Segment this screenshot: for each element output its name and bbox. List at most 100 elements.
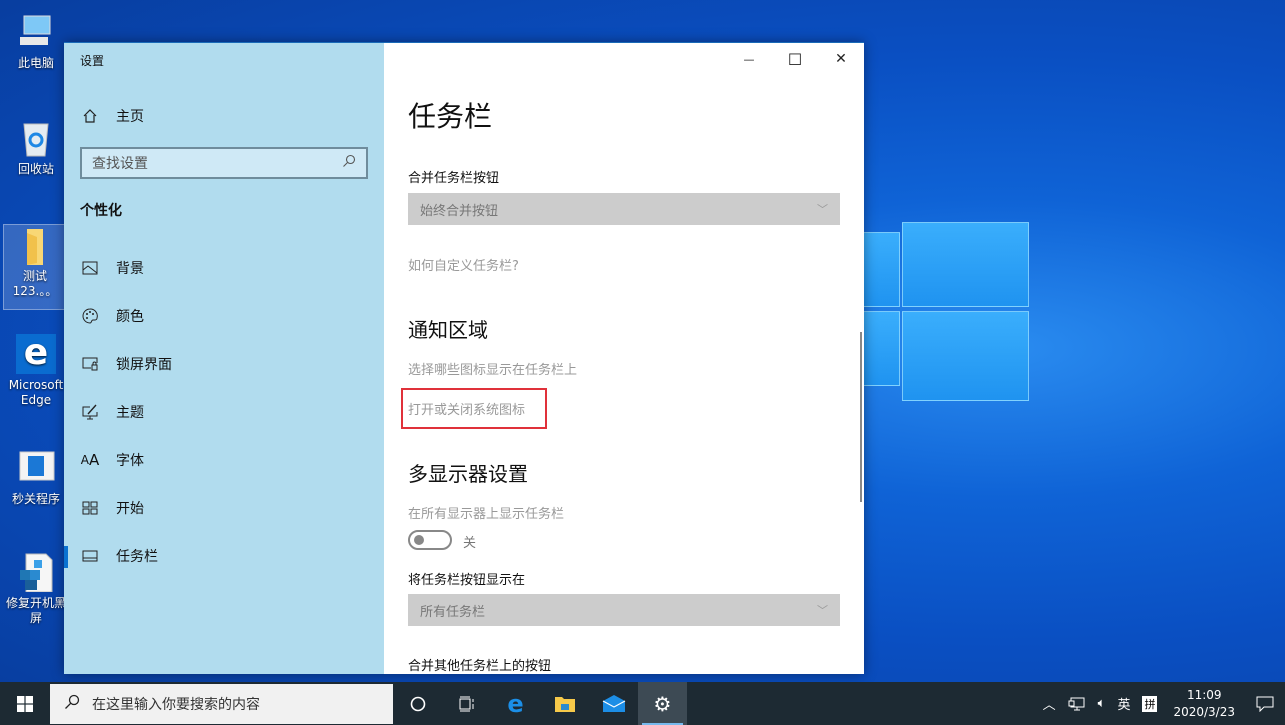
edge-icon: e [16, 334, 56, 374]
ime-language-button[interactable]: 英 [1111, 694, 1136, 713]
sidebar-item-themes[interactable]: 主题 [64, 392, 384, 432]
desktop-icon-recycle-bin[interactable]: 回收站 [4, 118, 68, 177]
desktop-icon-this-pc[interactable]: 此电脑 [4, 12, 68, 71]
theme-icon [80, 404, 100, 420]
sidebar-item-start[interactable]: 开始 [64, 488, 384, 528]
wallpaper-logo [860, 0, 1285, 680]
search-placeholder: 查找设置 [92, 156, 148, 172]
action-center-button[interactable] [1245, 696, 1285, 712]
dropdown-value: 所有任务栏 [420, 604, 486, 620]
notification-area-heading: 通知区域 [408, 318, 488, 342]
desktop-icon-label: 秒关程序 [11, 492, 60, 506]
volume-button[interactable]: 🔈︎ [1092, 696, 1112, 711]
taskbar-mail[interactable] [589, 682, 638, 725]
combine-buttons-dropdown[interactable]: 始终合并按钮 ﹀ [408, 193, 840, 225]
clock-time: 11:09 [1186, 687, 1222, 702]
picture-icon [80, 261, 100, 275]
folder-icon [554, 696, 575, 712]
system-icons-link[interactable]: 打开或关闭系统图标 [408, 399, 525, 418]
show-on-all-displays-toggle[interactable] [408, 530, 452, 550]
desktop-icon-program[interactable]: 秒关程序 [4, 448, 68, 507]
show-on-all-displays-label: 在所有显示器上显示任务栏 [408, 507, 565, 522]
minimize-button[interactable]: — [726, 43, 772, 75]
font-icon: AA [80, 451, 100, 469]
page-title: 任务栏 [408, 100, 493, 133]
registry-icon [16, 552, 56, 593]
sidebar-item-label: 任务栏 [116, 549, 158, 565]
scrollbar[interactable] [860, 332, 862, 502]
close-button[interactable]: ✕ [818, 43, 864, 75]
sidebar-item-label: 字体 [116, 453, 144, 469]
lock-screen-icon [80, 357, 100, 371]
sidebar-item-label: 主题 [116, 405, 144, 421]
task-view-icon [459, 696, 473, 711]
desktop-icon-label: 修复开机黑屏 [5, 596, 66, 625]
sidebar-item-lock-screen[interactable]: 锁屏界面 [64, 344, 384, 384]
dropdown-value: 始终合并按钮 [420, 203, 499, 219]
edge-icon: e [507, 689, 524, 718]
customize-help-link[interactable]: 如何自定义任务栏? [408, 255, 519, 274]
notification-icon [1256, 696, 1274, 712]
folder-icon [15, 225, 55, 265]
sidebar: 设置 主页 查找设置 个性化 背景 颜色 锁屏界面 主题 A A 字体 开始 任… [64, 43, 384, 674]
toggle-state-label: 关 [463, 536, 477, 551]
network-icon [1068, 697, 1085, 710]
maximize-button[interactable]: ☐ [772, 43, 818, 75]
settings-window: 设置 主页 查找设置 个性化 背景 颜色 锁屏界面 主题 A A 字体 开始 任… [64, 42, 864, 674]
chevron-down-icon: ﹀ [817, 203, 828, 216]
clock[interactable]: 11:09 2020/3/23 [1163, 687, 1245, 721]
program-shortcut-icon [16, 448, 56, 488]
search-icon [64, 694, 80, 714]
sidebar-item-fonts[interactable]: AA 字体 [64, 440, 384, 480]
combine-other-label: 合并其他任务栏上的按钮 [408, 659, 552, 674]
show-buttons-on-dropdown[interactable]: 所有任务栏 ﹀ [408, 594, 840, 626]
desktop-icon-folder[interactable]: 测试123.。。 [3, 224, 67, 310]
taskbar-cortana[interactable] [393, 682, 442, 725]
taskbar-edge[interactable]: e [491, 682, 540, 725]
combine-buttons-label: 合并任务栏按钮 [408, 171, 500, 186]
start-button[interactable] [0, 682, 50, 725]
taskbar-task-view[interactable] [442, 682, 491, 725]
desktop-icon-label: 此电脑 [17, 56, 54, 70]
sidebar-item-colors[interactable]: 颜色 [64, 296, 384, 336]
palette-icon [80, 308, 100, 324]
section-title: 个性化 [80, 203, 122, 219]
close-icon: ✕ [835, 51, 847, 67]
home-icon [80, 108, 100, 124]
computer-icon [16, 12, 56, 52]
app-title: 设置 [80, 54, 105, 68]
volume-icon: 🔈︎ [1097, 696, 1106, 711]
toggle-knob [414, 535, 424, 545]
ime-language: 英 [1117, 698, 1131, 713]
maximize-icon: ☐ [787, 49, 803, 69]
clock-date: 2020/3/23 [1173, 704, 1235, 719]
desktop-icon-edge[interactable]: e Microsoft Edge [4, 334, 68, 408]
search-input[interactable]: 查找设置 [80, 147, 368, 179]
desktop-icon-repair[interactable]: 修复开机黑屏 [4, 552, 68, 626]
select-tray-icons-link[interactable]: 选择哪些图标显示在任务栏上 [408, 359, 577, 378]
cortana-icon [410, 696, 425, 711]
sidebar-item-taskbar[interactable]: 任务栏 [64, 536, 384, 576]
desktop-icon-label: 测试123.。。 [12, 269, 58, 298]
show-hidden-icons-button[interactable]: ︿ [1037, 694, 1062, 713]
sidebar-item-label: 主页 [116, 109, 144, 125]
taskbar-file-explorer[interactable] [540, 682, 589, 725]
search-icon[interactable] [342, 154, 356, 172]
recycle-bin-icon [16, 118, 56, 158]
minimize-icon: — [743, 52, 755, 66]
chevron-down-icon: ﹀ [817, 604, 828, 617]
taskbar-settings[interactable]: ⚙ [638, 682, 687, 725]
sidebar-item-label: 锁屏界面 [116, 357, 172, 373]
mail-icon [602, 694, 625, 712]
ime-mode-button[interactable]: 拼 [1136, 695, 1163, 712]
network-button[interactable] [1062, 697, 1092, 711]
start-icon [80, 501, 100, 515]
sidebar-item-home[interactable]: 主页 [64, 96, 384, 136]
taskbar: 在这里输入你要搜索的内容 e ⚙ ︿ 🔈︎ 英 拼 11:09 2020/3/2… [0, 682, 1285, 725]
sidebar-item-label: 开始 [116, 501, 144, 517]
sidebar-item-background[interactable]: 背景 [64, 248, 384, 288]
taskbar-search-input[interactable]: 在这里输入你要搜索的内容 [50, 683, 393, 724]
multi-display-heading: 多显示器设置 [408, 462, 528, 486]
desktop-icon-label: 回收站 [17, 162, 54, 176]
system-tray: ︿ 🔈︎ 英 拼 11:09 2020/3/23 [1037, 682, 1285, 725]
